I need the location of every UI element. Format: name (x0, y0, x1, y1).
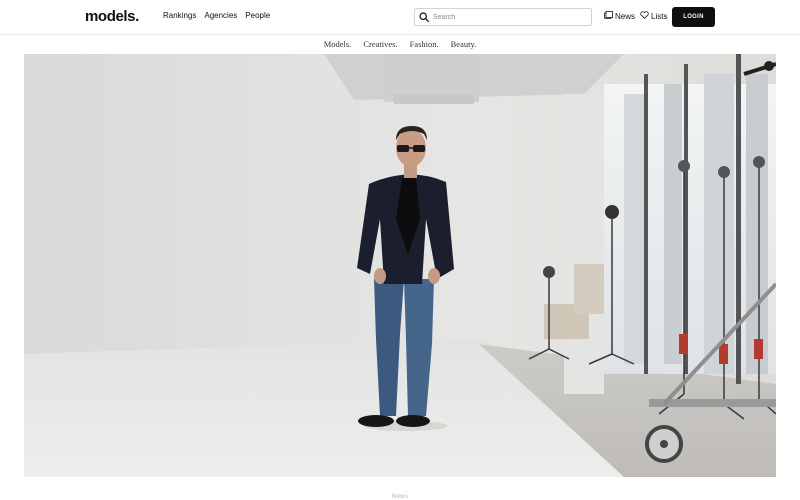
nav-item-people[interactable]: People (245, 11, 270, 20)
hero-image[interactable] (24, 54, 776, 477)
hero-photo-illustration (24, 54, 776, 477)
lists-link[interactable]: Lists (640, 11, 667, 21)
subnav-item-beauty[interactable]: Beauty. (451, 39, 477, 49)
heart-icon (640, 11, 649, 21)
site-logo[interactable]: models. (85, 8, 139, 25)
header-divider (0, 34, 800, 35)
search-box[interactable] (414, 8, 592, 26)
search-icon[interactable] (415, 9, 433, 25)
site-header: models. Rankings Agencies People News (0, 0, 800, 34)
news-link[interactable]: News (604, 11, 635, 21)
subnav-item-models[interactable]: Models. (324, 39, 352, 49)
subnav-item-creatives[interactable]: Creatives. (363, 39, 397, 49)
news-label: News (615, 11, 636, 21)
news-icon (604, 11, 613, 21)
article-category-label[interactable]: News (0, 494, 800, 500)
nav-item-rankings[interactable]: Rankings (163, 11, 196, 20)
lists-label: Lists (651, 11, 668, 21)
search-input[interactable] (433, 13, 583, 21)
category-nav: Models. Creatives. Fashion. Beauty. (0, 39, 800, 49)
main-nav: Rankings Agencies People (163, 11, 270, 20)
login-button[interactable]: LOGIN (672, 7, 715, 27)
nav-item-agencies[interactable]: Agencies (204, 11, 237, 20)
subnav-item-fashion[interactable]: Fashion. (410, 39, 439, 49)
